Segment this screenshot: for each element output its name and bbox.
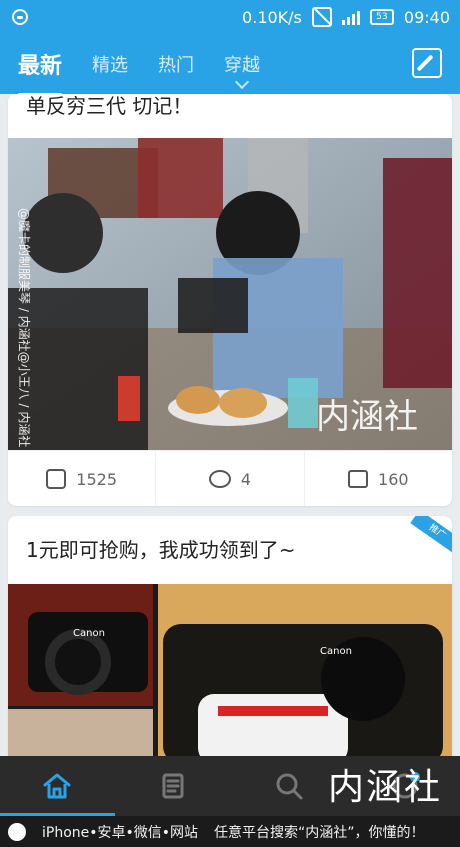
tab-latest-label: 最新 (18, 54, 63, 79)
share-button[interactable]: 160 (305, 451, 452, 506)
signal-icon (341, 9, 360, 25)
camera-brand-text-2: Canon (320, 646, 352, 657)
post-photo[interactable]: 内涵社 @魔卡的制服美琴 / 内涵社@小王八 / 内涵社 (8, 138, 452, 450)
status-time: 09:40 (403, 7, 450, 27)
ad-badge: 推广 (410, 516, 452, 555)
status-left (0, 9, 40, 25)
tab-featured-label: 精选 (92, 55, 129, 76)
network-speed: 0.10K/s (242, 7, 302, 27)
thumbs-up-icon (46, 469, 67, 489)
share-count: 160 (378, 469, 409, 489)
chevron-down-icon (234, 74, 250, 90)
search-icon[interactable] (273, 770, 305, 802)
feed-icon[interactable] (157, 770, 189, 802)
comment-icon (208, 470, 231, 488)
compose-button[interactable] (412, 48, 442, 78)
share-icon (348, 470, 369, 488)
promoted-title: 1元即可抢购，我成功领到了~ (26, 538, 296, 562)
like-button[interactable]: 1525 (8, 451, 157, 506)
comment-button[interactable]: 4 (156, 451, 305, 506)
battery-level: 53 (376, 12, 388, 22)
post-card[interactable]: 单反穷三代 切记！ 内涵社 @魔卡的制服美琴 / 内涵社@小王八 / 内涵社 1… (8, 94, 452, 506)
post-actions: 1525 4 160 (8, 450, 452, 506)
footer-right-text: 任意平台搜索“内涵社”，你懂的！ (214, 824, 425, 841)
app-notification-icon (12, 9, 28, 25)
post-title: 单反穷三代 切记！ (26, 94, 193, 118)
footer-banner: iPhone•安卓•微信•网站 任意平台搜索“内涵社”，你懂的！ (0, 816, 460, 847)
bottom-navigation: 内涵社 (0, 756, 460, 816)
mute-icon (311, 7, 332, 27)
home-icon[interactable] (41, 770, 73, 802)
status-right: 0.10K/s 53 09:40 (242, 7, 460, 27)
tab-featured[interactable]: 精选 (92, 51, 128, 77)
camera-brand-text: Canon (73, 628, 105, 639)
feed[interactable]: 单反穷三代 切记！ 内涵社 @魔卡的制服美琴 / 内涵社@小王八 / 内涵社 1… (0, 94, 460, 756)
status-icons: 53 (311, 7, 394, 27)
tab-bar: 最新 精选 热门 穿越 (18, 34, 261, 96)
tab-hot-label: 热门 (158, 55, 195, 76)
tab-time-travel-label: 穿越 (224, 55, 261, 76)
comment-count: 4 (240, 469, 252, 489)
promoted-photo[interactable]: Canon Canon (8, 584, 452, 756)
tab-hot[interactable]: 热门 (158, 51, 194, 77)
photo-side-caption: @魔卡的制服美琴 / 内涵社@小王八 / 内涵社 (17, 208, 32, 447)
tab-latest[interactable]: 最新 (18, 48, 63, 96)
footer-left-text: iPhone•安卓•微信•网站 (42, 824, 199, 841)
bottom-watermark: 内涵社 (327, 767, 442, 808)
footer-logo-icon (8, 822, 26, 841)
photo-watermark: 内涵社 (316, 397, 418, 437)
status-bar: 0.10K/s 53 09:40 (0, 0, 460, 34)
like-count: 1525 (76, 469, 118, 489)
tab-time-travel[interactable]: 穿越 (224, 51, 261, 90)
battery-icon: 53 (369, 9, 394, 25)
promoted-card[interactable]: 推广 1元即可抢购，我成功领到了~ Canon Canon (8, 516, 452, 756)
top-navigation: 最新 精选 热门 穿越 (0, 34, 460, 96)
